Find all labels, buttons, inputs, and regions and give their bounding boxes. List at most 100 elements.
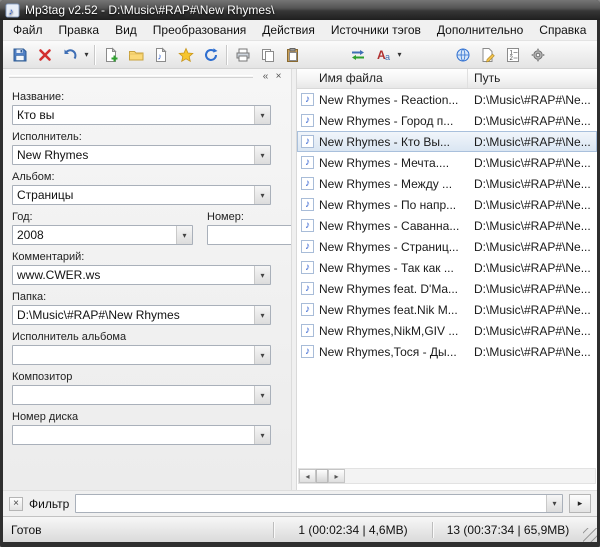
artist-input[interactable] <box>13 146 254 164</box>
disc-combo[interactable] <box>12 425 271 445</box>
music-note-icon <box>301 198 314 211</box>
disc-input[interactable] <box>13 426 254 444</box>
tracknumber-wizard-button[interactable]: 12 <box>500 43 525 67</box>
column-header-filename[interactable]: Имя файла <box>297 69 468 88</box>
chevron-down-icon[interactable] <box>254 386 270 404</box>
table-row[interactable]: New Rhymes - Город п... D:\Music\#RAP#\N… <box>297 110 597 131</box>
chevron-down-icon[interactable] <box>546 495 562 512</box>
table-row[interactable]: New Rhymes - Страниц... D:\Music\#RAP#\N… <box>297 236 597 257</box>
scrollbar-track[interactable] <box>345 469 595 483</box>
table-row-selected[interactable]: New Rhymes - Кто Вы... D:\Music\#RAP#\Ne… <box>297 131 597 152</box>
album-input[interactable] <box>13 186 254 204</box>
artist-combo[interactable] <box>12 145 271 165</box>
folder-field-label: Папка: <box>12 291 271 303</box>
table-row[interactable]: New Rhymes - Так как ... D:\Music\#RAP#\… <box>297 257 597 278</box>
copy-button[interactable] <box>255 43 280 67</box>
menu-help[interactable]: Справка <box>531 20 594 40</box>
folder-input[interactable] <box>13 306 254 324</box>
year-input[interactable] <box>13 226 176 244</box>
refresh-button[interactable] <box>198 43 223 67</box>
case-actions-button[interactable]: Aa <box>370 43 395 67</box>
composer-input[interactable] <box>13 386 254 404</box>
album-combo[interactable] <box>12 185 271 205</box>
panel-grip[interactable] <box>9 75 253 78</box>
table-row[interactable]: New Rhymes - Саванна... D:\Music\#RAP#\N… <box>297 215 597 236</box>
folder-combo[interactable] <box>12 305 271 325</box>
title-input[interactable] <box>13 106 254 124</box>
menu-edit[interactable]: Правка <box>51 20 108 40</box>
composer-combo[interactable] <box>12 385 271 405</box>
table-row[interactable]: New Rhymes feat.Nik M... D:\Music\#RAP#\… <box>297 299 597 320</box>
undo-dropdown-caret-icon[interactable] <box>82 43 91 67</box>
chevron-down-icon[interactable] <box>254 426 270 444</box>
filter-combo[interactable] <box>75 494 563 513</box>
panel-close-icon[interactable] <box>272 71 285 83</box>
horizontal-scrollbar[interactable] <box>298 468 596 484</box>
undo-button[interactable] <box>57 43 82 67</box>
web-sources-button[interactable] <box>450 43 475 67</box>
extended-tags-button[interactable] <box>475 43 500 67</box>
track-input[interactable] <box>208 226 292 244</box>
floppy-icon <box>12 47 28 63</box>
chevron-down-icon[interactable] <box>254 106 270 124</box>
albumartist-input[interactable] <box>13 346 254 364</box>
menu-tag-sources[interactable]: Источники тэгов <box>323 20 429 40</box>
file-path: D:\Music\#RAP#\Ne... <box>468 93 597 107</box>
star-icon <box>178 47 194 63</box>
remove-tag-button[interactable] <box>32 43 57 67</box>
panel-collapse-icon[interactable] <box>259 71 272 83</box>
chevron-down-icon[interactable] <box>254 186 270 204</box>
options-button[interactable] <box>525 43 550 67</box>
scroll-right-icon[interactable] <box>328 469 345 483</box>
year-field-label: Год: <box>12 211 193 223</box>
playlist-button[interactable]: ♪ <box>148 43 173 67</box>
table-row[interactable]: New Rhymes,NikM,GIV ... D:\Music\#RAP#\N… <box>297 320 597 341</box>
status-total-info: 13 (00:37:34 | 65,9MB) <box>433 523 583 537</box>
menu-tools[interactable]: Дополнительно <box>429 20 531 40</box>
music-note-icon <box>301 135 314 148</box>
music-note-icon <box>301 345 314 358</box>
albumartist-combo[interactable] <box>12 345 271 365</box>
menu-file[interactable]: Файл <box>5 20 51 40</box>
filter-input[interactable] <box>76 495 546 512</box>
convert-button[interactable] <box>345 43 370 67</box>
change-directory-button[interactable] <box>123 43 148 67</box>
track-combo[interactable] <box>207 225 292 245</box>
file-path: D:\Music\#RAP#\Ne... <box>468 177 597 191</box>
table-row[interactable]: New Rhymes - Reaction... D:\Music\#RAP#\… <box>297 89 597 110</box>
paste-button[interactable] <box>280 43 305 67</box>
comment-input[interactable] <box>13 266 254 284</box>
table-row[interactable]: New Rhymes - Мечта.... D:\Music\#RAP#\Ne… <box>297 152 597 173</box>
year-combo[interactable] <box>12 225 193 245</box>
add-playlist-button[interactable] <box>98 43 123 67</box>
save-tag-button[interactable] <box>7 43 32 67</box>
table-row[interactable]: New Rhymes - Между ... D:\Music\#RAP#\Ne… <box>297 173 597 194</box>
table-row[interactable]: New Rhymes - По напр... D:\Music\#RAP#\N… <box>297 194 597 215</box>
scroll-left-icon[interactable] <box>299 469 316 483</box>
scrollbar-thumb[interactable] <box>316 469 328 483</box>
table-row[interactable]: New Rhymes feat. D'Ma... D:\Music\#RAP#\… <box>297 278 597 299</box>
chevron-down-icon[interactable] <box>254 266 270 284</box>
print-button[interactable] <box>230 43 255 67</box>
filter-close-icon[interactable] <box>9 497 23 511</box>
title-combo[interactable] <box>12 105 271 125</box>
file-name: New Rhymes - Город п... <box>319 114 453 128</box>
chevron-down-icon[interactable] <box>254 146 270 164</box>
favorites-button[interactable] <box>173 43 198 67</box>
column-header-path[interactable]: Путь <box>468 69 597 88</box>
chevron-down-icon[interactable] <box>254 306 270 324</box>
comment-combo[interactable] <box>12 265 271 285</box>
chevron-down-icon[interactable] <box>254 346 270 364</box>
file-name: New Rhymes - По напр... <box>319 198 456 212</box>
menu-view[interactable]: Вид <box>107 20 145 40</box>
case-dropdown-caret-icon[interactable] <box>395 43 404 67</box>
title-bar[interactable]: ♪ Mp3tag v2.52 - D:\Music\#RAP#\New Rhym… <box>0 0 600 20</box>
menu-actions[interactable]: Действия <box>254 20 323 40</box>
music-note-icon <box>301 261 314 274</box>
red-x-icon <box>37 47 53 63</box>
filter-apply-button[interactable] <box>569 494 591 513</box>
chevron-down-icon[interactable] <box>176 226 192 244</box>
resize-grip[interactable] <box>583 528 597 542</box>
table-row[interactable]: New Rhymes,Тося - Ды... D:\Music\#RAP#\N… <box>297 341 597 362</box>
menu-convert[interactable]: Преобразования <box>145 20 255 40</box>
